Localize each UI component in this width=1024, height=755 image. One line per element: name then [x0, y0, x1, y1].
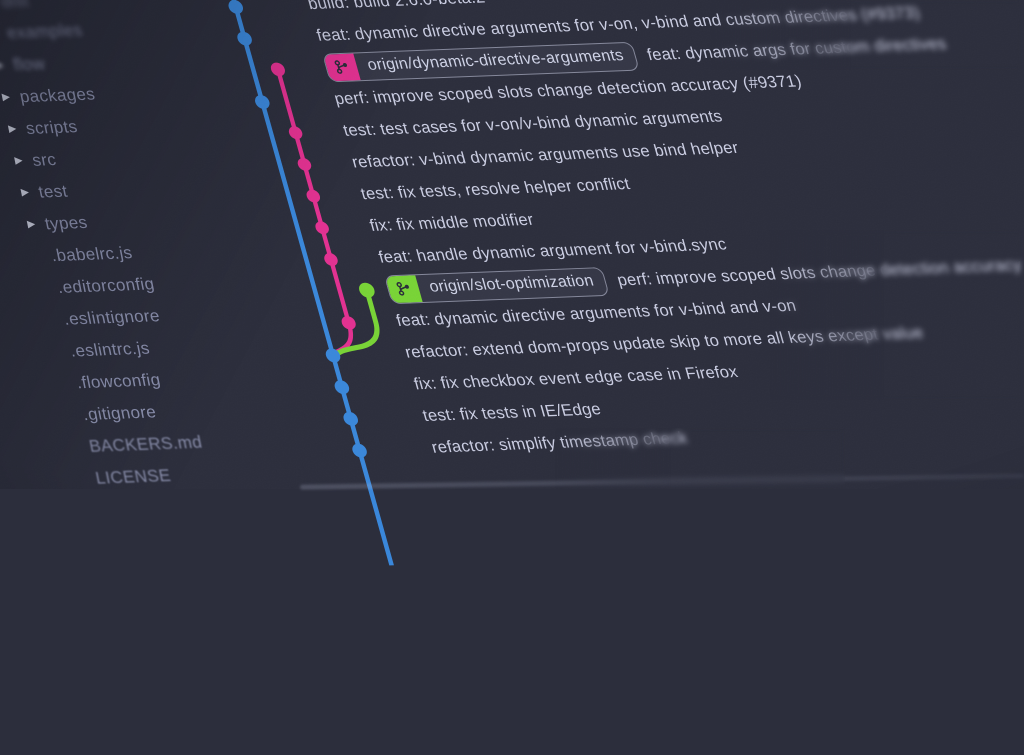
sidebar-item-label: test [37, 182, 70, 203]
sidebar-item-label: BACKERS.md [87, 433, 203, 457]
commit-message: fix: fix middle modifier [367, 210, 536, 235]
sidebar-item-label: flow [12, 54, 47, 75]
chevron-right-icon: ▶ [12, 156, 27, 166]
commit-message: refactor: v-bind dynamic arguments use b… [350, 138, 741, 172]
commit-node[interactable] [333, 380, 351, 394]
sidebar-item-label: dist [0, 0, 30, 12]
commit-node[interactable] [253, 95, 271, 109]
commit-node[interactable] [357, 282, 376, 297]
sidebar-item-label: .editorconfig [56, 274, 156, 298]
chevron-right-icon: ▶ [0, 29, 1, 39]
commit-node[interactable] [351, 443, 369, 457]
commit-node[interactable] [287, 126, 304, 139]
commit-node[interactable] [305, 189, 322, 202]
chevron-right-icon: ▶ [24, 220, 39, 230]
chevron-right-icon: ▶ [0, 93, 14, 103]
commit-node[interactable] [227, 0, 245, 14]
commit-node[interactable] [269, 62, 286, 76]
sidebar-item-label: scripts [24, 117, 79, 139]
commit-node[interactable] [323, 253, 340, 266]
commit-node[interactable] [340, 316, 357, 330]
commit-message: build: build 2.6.0-beta.2 [306, 0, 488, 14]
sidebar-item-label: .eslintignore [62, 306, 161, 330]
commit-message: feat: dynamic args for custom directives [645, 34, 949, 64]
commit-message: test: fix tests in IE/Edge [421, 400, 604, 426]
commit-node[interactable] [236, 31, 254, 45]
commit-node[interactable] [342, 412, 360, 426]
chevron-right-icon: ▶ [0, 61, 7, 71]
chevron-right-icon: ▶ [5, 124, 20, 134]
sidebar-item-label: packages [18, 84, 97, 107]
sidebar-item-label: examples [5, 21, 84, 44]
commit-node[interactable] [296, 158, 313, 171]
sidebar-item-label: .flowconfig [75, 370, 163, 393]
tilted-screenshot-scene: ▶ dist ▶ examples ▶ flow ▶ packages ▶ scripts… [0, 0, 1024, 752]
commit-node[interactable] [314, 221, 331, 234]
commit-message: fix: fix checkbox event edge case in Fir… [412, 363, 740, 394]
commit-message: refactor: simplify timestamp check [429, 429, 689, 458]
sidebar-item-label: .babelrc.js [49, 243, 134, 266]
sidebar-item-label: .eslintrc.js [68, 339, 151, 362]
branch-name: origin/dynamic-directive-arguments [354, 47, 637, 75]
sidebar-item-label: src [31, 150, 59, 171]
sidebar-item-label: .gitignore [81, 402, 158, 425]
sidebar-item-label: LICENSE [94, 466, 173, 489]
sidebar-item-label: types [43, 213, 89, 234]
chevron-right-icon: ▶ [18, 188, 33, 198]
commit-message: test: fix tests, resolve helper conflict [359, 175, 633, 204]
branch-name: origin/slot-optimization [416, 272, 607, 297]
